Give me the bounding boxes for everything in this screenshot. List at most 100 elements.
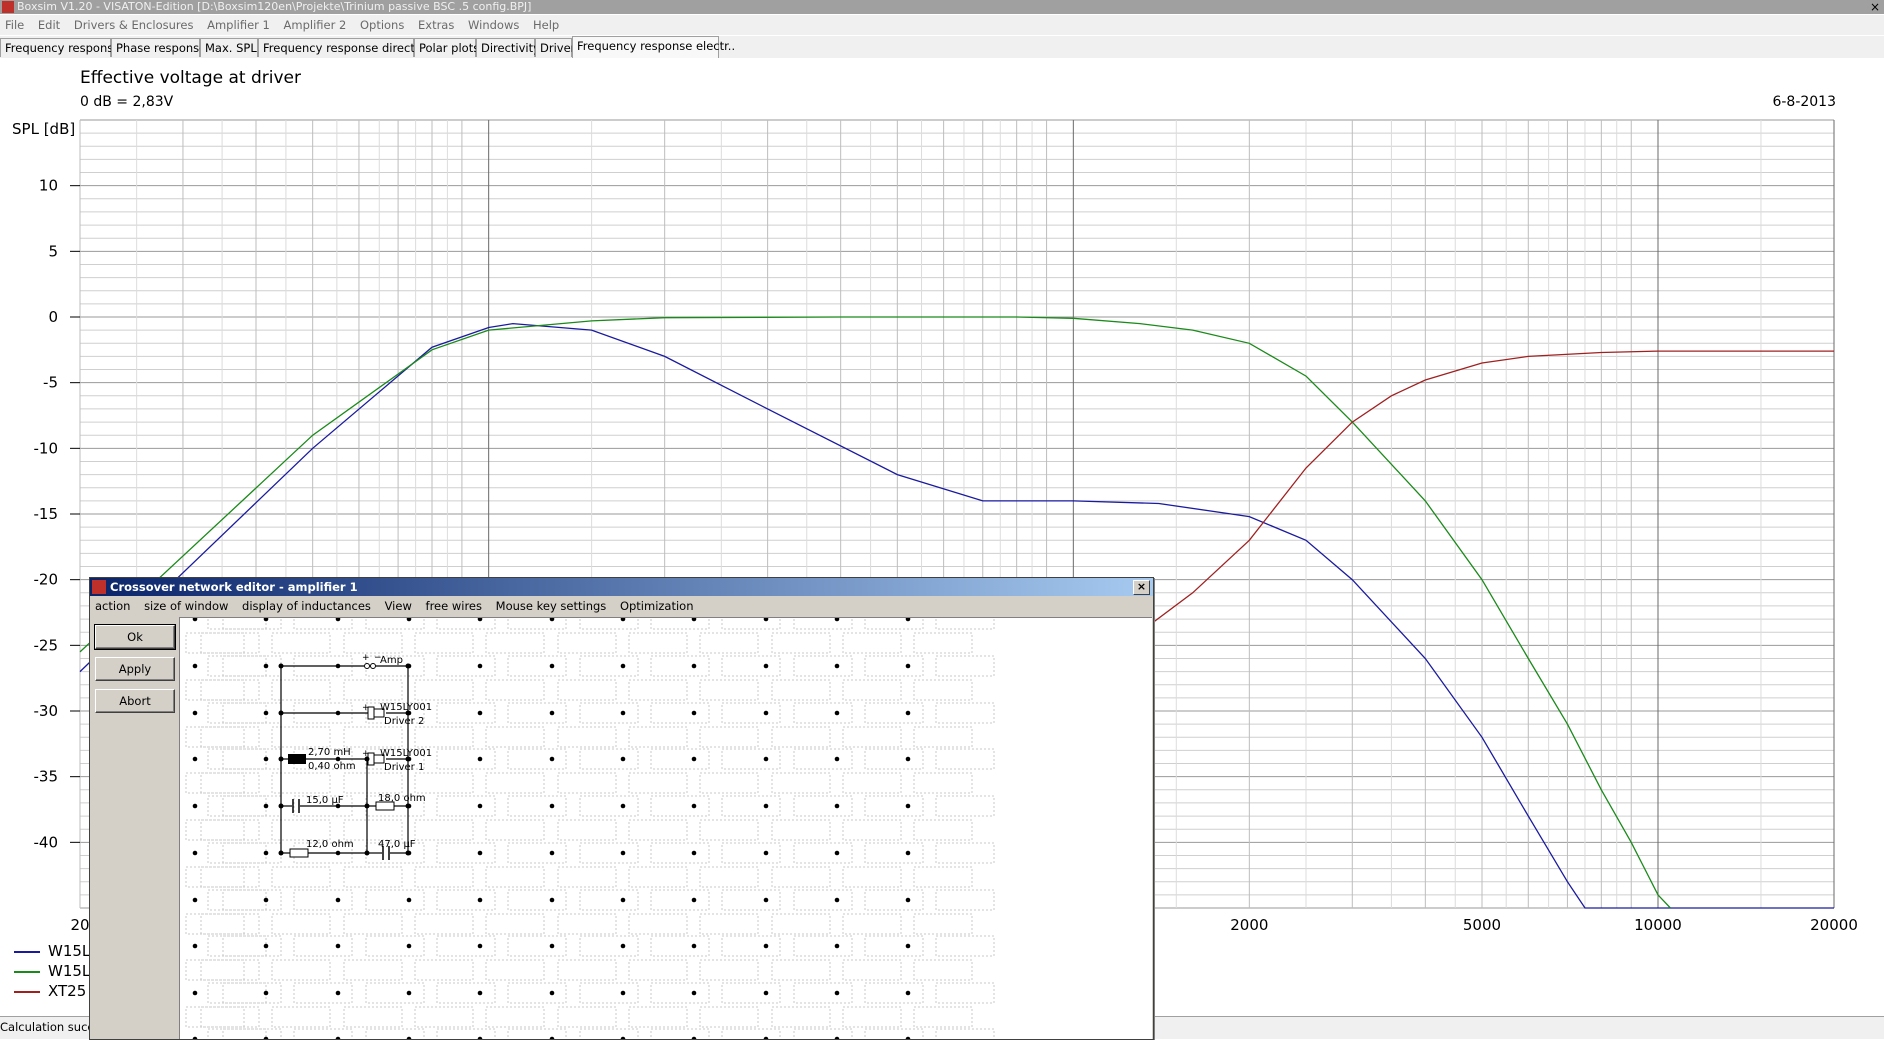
slot-placeholder (293, 935, 353, 957)
slot-placeholder (200, 913, 260, 935)
resistor-1-component[interactable]: 18,0 ohm (375, 793, 426, 811)
slot-placeholder (507, 842, 567, 864)
slot-placeholder (343, 959, 403, 981)
slot-placeholder (185, 772, 245, 794)
wire-junction (405, 803, 411, 809)
slot-placeholder (579, 842, 639, 864)
slot-placeholder (650, 618, 710, 630)
slot-placeholder (864, 842, 924, 864)
slot-placeholder (935, 702, 995, 724)
slot-placeholder (771, 632, 831, 654)
slot-placeholder (414, 819, 474, 841)
dialog-titlebar[interactable]: Crossover network editor - amplifier 1 × (90, 578, 1153, 596)
grid-node (763, 990, 769, 996)
slot-placeholder (935, 618, 995, 630)
driver-2-model: W15LY001 (380, 702, 432, 713)
grid-node (763, 943, 769, 949)
grid-node (620, 943, 626, 949)
dialog-menu-size-of-window[interactable]: size of window (144, 599, 228, 613)
dialog-menu-free-wires[interactable]: free wires (426, 599, 482, 613)
resistor-2-component[interactable]: 12,0 ohm (289, 839, 354, 858)
slot-placeholder (842, 866, 902, 888)
wire-junction (364, 850, 370, 856)
circuit-nodes (192, 618, 911, 1039)
slot-placeholder (650, 842, 710, 864)
capacitor-1-component[interactable]: 15,0 µF (292, 795, 344, 813)
slot-placeholder (365, 618, 425, 630)
slot-placeholder (207, 655, 267, 677)
ok-button[interactable]: Ok (94, 624, 176, 650)
slot-placeholder (579, 1028, 639, 1039)
wire-junction (278, 803, 284, 809)
grid-node (691, 943, 697, 949)
slot-placeholder (222, 982, 282, 1004)
slot-placeholder (485, 819, 545, 841)
abort-button[interactable]: Abort (95, 689, 175, 713)
slot-placeholder (935, 748, 995, 770)
slot-placeholder (200, 866, 260, 888)
slot-placeholder (200, 819, 260, 841)
slot-placeholder (793, 1028, 853, 1039)
slot-placeholder (699, 772, 759, 794)
dialog-menu-mouse-key-settings[interactable]: Mouse key settings (496, 599, 607, 613)
apply-button[interactable]: Apply (95, 657, 175, 681)
slot-placeholder (507, 618, 567, 630)
slot-placeholder (579, 702, 639, 724)
slot-placeholder (222, 618, 282, 630)
slot-placeholder (628, 1006, 688, 1028)
grid-node (263, 943, 269, 949)
slot-placeholder (507, 1028, 567, 1039)
wire-junction (405, 756, 411, 762)
slot-placeholder (913, 819, 973, 841)
grid-node (691, 897, 697, 903)
slot-placeholder (507, 748, 567, 770)
grid-node (477, 897, 483, 903)
grid-node (335, 803, 341, 809)
slot-placeholder (207, 982, 267, 1004)
slot-placeholder (200, 1006, 260, 1028)
slot-placeholder (842, 679, 902, 701)
slot-placeholder (699, 632, 759, 654)
capacitor-2-component[interactable]: 47,0 µF (378, 839, 416, 860)
y-tick-label: -35 (34, 768, 59, 786)
dialog-menu-optimization[interactable]: Optimization (620, 599, 694, 613)
slot-placeholder (507, 889, 567, 911)
slot-placeholder (207, 748, 267, 770)
dialog-menu-display-of-inductances[interactable]: display of inductances (242, 599, 371, 613)
grid-node (905, 897, 911, 903)
grid-node (905, 663, 911, 669)
dialog-menu-view[interactable]: View (385, 599, 412, 613)
y-tick-label: -20 (34, 571, 59, 589)
slot-placeholder (721, 618, 781, 630)
slot-placeholder (842, 913, 902, 935)
grid-node (763, 618, 769, 622)
legend-label: XT25 (48, 982, 87, 1000)
grid-node (691, 990, 697, 996)
dialog-menu-action[interactable]: action (95, 599, 130, 613)
grid-node (691, 710, 697, 716)
slot-placeholder (935, 982, 995, 1004)
grid-node (263, 618, 269, 622)
slot-placeholder (200, 959, 260, 981)
driver-1-name: Driver 1 (384, 762, 424, 773)
y-tick-label: -30 (34, 702, 59, 720)
grid-node (620, 990, 626, 996)
grid-node (691, 756, 697, 762)
slot-placeholder (414, 679, 474, 701)
slot-placeholder (365, 935, 425, 957)
slot-placeholder (365, 1028, 425, 1039)
slot-placeholder (771, 772, 831, 794)
dialog-close-button[interactable]: × (1133, 580, 1150, 595)
slot-placeholder (200, 726, 260, 748)
circuit-canvas[interactable]: + − Amp + W15LY001 Driver 2 + W15LY001 D… (179, 617, 1152, 1040)
slot-placeholder (414, 632, 474, 654)
slot-placeholder (293, 618, 353, 630)
grid-node (192, 710, 198, 716)
resistor-1-value: 18,0 ohm (378, 793, 426, 804)
slot-placeholder (222, 795, 282, 817)
slot-placeholder (185, 819, 245, 841)
circuit-schematic[interactable]: + − Amp + W15LY001 Driver 2 + W15LY001 D… (180, 618, 1152, 1040)
grid-node (263, 803, 269, 809)
slot-placeholder (343, 679, 403, 701)
grid-node (192, 990, 198, 996)
